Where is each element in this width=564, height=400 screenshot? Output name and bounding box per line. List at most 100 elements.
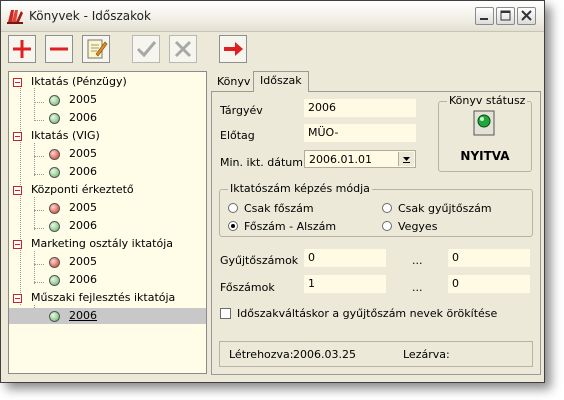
minus-icon — [50, 47, 68, 51]
collapse-expander-icon[interactable] — [13, 186, 22, 195]
tree-period-label: 2005 — [69, 201, 97, 214]
tree-period-node[interactable]: 2006 — [9, 272, 206, 288]
delete-button[interactable] — [45, 35, 73, 63]
tree-period-label: 2005 — [69, 255, 97, 268]
status-box-title: Könyv státusz — [447, 94, 528, 107]
tree-book-label: Műszaki fejlesztés iktatója — [31, 291, 176, 304]
tree-period-label: 2005 — [69, 93, 97, 106]
radio-label: Csak gyűjtőszám — [398, 202, 492, 215]
tab-konyv[interactable]: Könyv — [211, 73, 256, 91]
gyujto-from-field[interactable]: 0 — [304, 249, 386, 267]
tab-label: Időszak — [260, 74, 302, 87]
maximize-button[interactable] — [496, 7, 515, 25]
exit-button[interactable] — [219, 35, 247, 63]
tab-idoszak[interactable]: Időszak — [253, 71, 309, 92]
tree-period-label: 2006 — [69, 111, 97, 124]
main-window: Könyvek - Időszakok Iktatás (Pénzügy) 20… — [0, 0, 545, 383]
tree-period-node[interactable]: 2005 — [9, 146, 206, 162]
elotag-field[interactable]: MÜO- — [304, 124, 416, 142]
range-separator: ... — [412, 281, 423, 294]
cancel-button[interactable] — [169, 35, 197, 63]
targyev-field[interactable]: 2006 — [304, 99, 416, 117]
tree-book-node[interactable]: Iktatás (Pénzügy) — [9, 74, 206, 90]
tree-period-label: 2006 — [69, 165, 97, 178]
chevron-down-icon — [403, 157, 410, 163]
tree-period-node[interactable]: 2006 — [9, 218, 206, 234]
confirm-button[interactable] — [132, 35, 160, 63]
radio-button[interactable] — [382, 221, 392, 231]
tree-period-node[interactable]: 2005 — [9, 92, 206, 108]
min-datum-dropdown[interactable]: 2006.01.01 — [304, 150, 416, 168]
radio-csak-foszam[interactable]: Csak főszám — [228, 202, 368, 216]
tree-period-node[interactable]: 2005 — [9, 254, 206, 270]
minimize-button[interactable] — [475, 7, 494, 25]
closed-label: Lezárva: — [403, 348, 450, 361]
period-panel: Tárgyév 2006 Előtag MÜO- Min. ikt. dátum… — [211, 91, 541, 375]
tree-book-label: Marketing osztály iktatója — [31, 237, 173, 250]
tree-book-node[interactable]: Központi érkeztető — [9, 182, 206, 198]
status-box: Könyv státusz NYITVA — [438, 94, 532, 172]
tree-period-node[interactable]: 2006 — [9, 110, 206, 126]
gyujtoszamok-label: Gyűjtőszámok — [220, 254, 299, 267]
radio-foszam-alszam[interactable]: Főszám - Alszám — [228, 220, 368, 234]
close-icon — [521, 10, 532, 21]
tree-book-node[interactable]: Marketing osztály iktatója — [9, 236, 206, 252]
gyujto-to-field[interactable]: 0 — [448, 249, 530, 267]
radio-label: Vegyes — [398, 220, 438, 233]
status-dot-icon — [49, 275, 60, 286]
tree-book-node[interactable]: Iktatás (VIG) — [9, 128, 206, 144]
plus-icon — [13, 40, 31, 58]
toolbar — [1, 32, 544, 68]
radio-button-checked[interactable] — [228, 221, 238, 231]
min-datum-value: 2006.01.01 — [309, 153, 372, 166]
status-dot-icon — [49, 203, 60, 214]
fo-to-field[interactable]: 0 — [448, 275, 530, 293]
status-dot-icon — [49, 221, 60, 232]
tree-period-node[interactable]: 2006 — [9, 164, 206, 180]
targyev-label: Tárgyév — [220, 104, 263, 117]
collapse-expander-icon[interactable] — [13, 132, 22, 141]
close-button[interactable] — [517, 7, 536, 25]
status-dot-icon — [49, 95, 60, 106]
collapse-expander-icon[interactable] — [13, 240, 22, 249]
record-info-bar: Létrehozva: 2006.03.25 Lezárva: — [219, 341, 533, 367]
numbering-mode-title: Iktatószám képzés módja — [228, 182, 372, 195]
tree-period-label: 2006 — [69, 219, 97, 232]
min-datum-label: Min. ikt. dátum — [220, 156, 303, 169]
title-bar[interactable]: Könyvek - Időszakok — [1, 1, 544, 32]
tree-period-label: 2005 — [69, 147, 97, 160]
elotag-label: Előtag — [220, 129, 255, 142]
inherit-names-checkbox-row[interactable]: Időszakváltáskor a gyűjtőszám nevek örök… — [220, 307, 520, 321]
radio-label: Főszám - Alszám — [244, 220, 337, 233]
maximize-icon — [500, 10, 511, 21]
tree-period-node-selected[interactable]: 2006 — [9, 308, 206, 324]
status-dot-icon — [49, 311, 60, 322]
range-separator: ... — [412, 254, 423, 267]
checkmark-icon — [136, 41, 157, 58]
status-dot-icon — [49, 167, 60, 178]
radio-csak-gyujtoszam[interactable]: Csak gyűjtőszám — [382, 202, 522, 216]
radio-button[interactable] — [382, 203, 392, 213]
minimize-icon — [480, 18, 488, 20]
exit-arrow-icon — [224, 42, 243, 56]
created-value: 2006.03.25 — [293, 348, 356, 361]
tree-book-node[interactable]: Műszaki fejlesztés iktatója — [9, 290, 206, 306]
dropdown-button[interactable] — [398, 152, 414, 166]
inherit-names-checkbox[interactable] — [220, 308, 231, 319]
status-dot-icon — [49, 113, 60, 124]
add-button[interactable] — [8, 35, 36, 63]
edit-button[interactable] — [82, 35, 110, 63]
fo-from-field[interactable]: 1 — [304, 275, 386, 293]
tree-book-label: Iktatás (Pénzügy) — [31, 75, 127, 88]
radio-button[interactable] — [228, 203, 238, 213]
created-label: Létrehozva: — [229, 348, 294, 361]
collapse-expander-icon[interactable] — [13, 294, 22, 303]
books-tree[interactable]: Iktatás (Pénzügy) 2005 2006 Iktatás (VIG… — [8, 71, 207, 374]
radio-label: Csak főszám — [244, 202, 314, 215]
tree-period-node[interactable]: 2005 — [9, 200, 206, 216]
collapse-expander-icon[interactable] — [13, 78, 22, 87]
radio-vegyes[interactable]: Vegyes — [382, 220, 522, 234]
books-app-icon — [7, 10, 23, 24]
tree-book-label: Központi érkeztető — [31, 183, 134, 196]
tree-book-label: Iktatás (VIG) — [31, 129, 100, 142]
